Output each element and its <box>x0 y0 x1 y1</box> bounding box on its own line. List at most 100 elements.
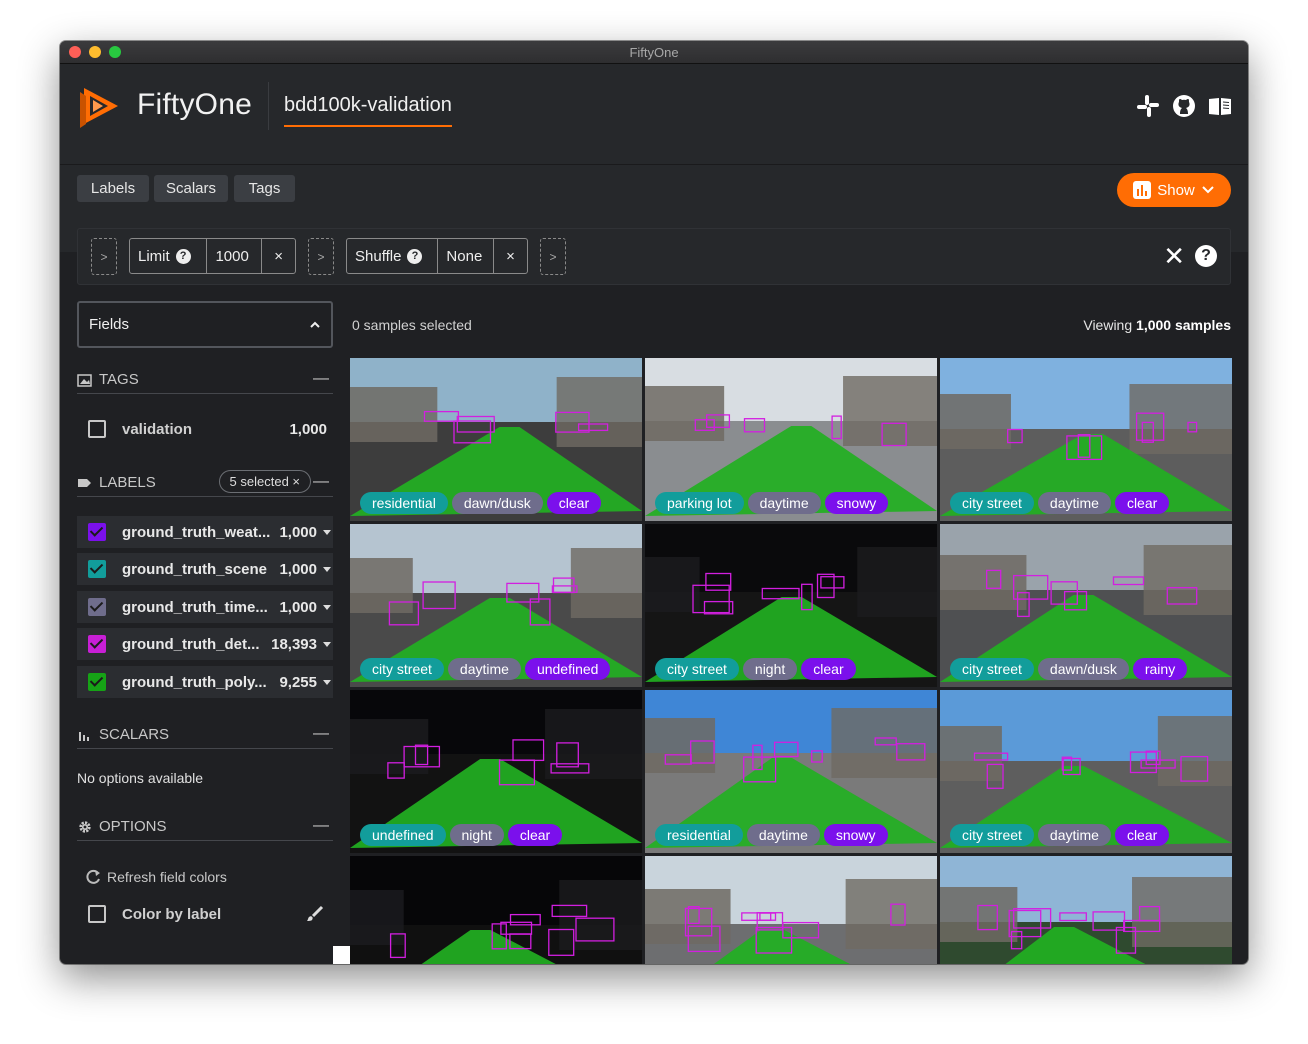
viewing-status: Viewing 1,000 samples <box>1083 317 1231 333</box>
sample-tile[interactable]: residential daytime snowy <box>645 690 937 853</box>
checkbox[interactable] <box>88 560 106 578</box>
label-count: 1,000 <box>279 523 317 541</box>
remove-limit-button[interactable]: × <box>262 239 295 273</box>
tag-count: 1,000 <box>289 420 327 438</box>
github-icon[interactable] <box>1172 94 1196 118</box>
time-chip: daytime <box>1037 824 1111 846</box>
tab-tags[interactable]: Tags <box>234 175 295 202</box>
label-row[interactable]: ground_truth_det... 18,393 <box>77 628 333 660</box>
show-button[interactable]: Show <box>1117 173 1231 207</box>
shuffle-stage[interactable]: Shuffle ? None × <box>346 238 528 274</box>
weather-chip: snowy <box>823 824 888 846</box>
expand-caret-icon[interactable] <box>323 679 331 685</box>
sample-tile[interactable]: city street dawn/dusk rainy <box>940 524 1232 687</box>
options-title: OPTIONS <box>99 818 167 835</box>
limit-stage[interactable]: Limit ? 1000 × <box>129 238 296 274</box>
sample-tile[interactable] <box>645 856 937 964</box>
checkbox[interactable] <box>88 523 106 541</box>
limit-value[interactable]: 1000 <box>207 239 263 273</box>
sample-tile[interactable]: undefined night clear <box>350 690 642 853</box>
add-stage-button[interactable]: > <box>308 238 334 275</box>
checkbox[interactable] <box>88 673 106 691</box>
time-chip: dawn/dusk <box>451 492 543 514</box>
label-row[interactable]: ground_truth_scene 1,000 <box>77 553 333 585</box>
refresh-field-colors-button[interactable]: Refresh field colors <box>77 861 333 893</box>
label-field-name: ground_truth_det... <box>122 635 260 653</box>
show-button-label: Show <box>1157 181 1195 199</box>
image-icon <box>77 373 92 387</box>
dataset-selector[interactable]: bdd100k-validation <box>284 94 452 127</box>
checkbox[interactable] <box>88 905 106 923</box>
sample-label-chips: city street daytime clear <box>950 824 1170 846</box>
sample-tile[interactable] <box>940 856 1232 964</box>
refresh-icon <box>86 869 100 884</box>
checkbox[interactable] <box>88 420 106 438</box>
refresh-label: Refresh field colors <box>107 869 227 885</box>
scene-chip: city street <box>950 492 1034 514</box>
title-bar: FiftyOne <box>60 41 1248 64</box>
weather-chip: clear <box>801 658 856 680</box>
fields-dropdown[interactable]: Fields <box>77 301 333 348</box>
sample-tile[interactable]: city street daytime clear <box>940 690 1232 853</box>
options-section-header[interactable]: OPTIONS — <box>77 813 333 841</box>
slack-icon[interactable] <box>1136 94 1160 118</box>
tab-scalars[interactable]: Scalars <box>154 175 228 202</box>
weather-chip: clear <box>1114 492 1170 514</box>
label-count: 18,393 <box>271 635 317 653</box>
label-row[interactable]: ground_truth_time... 1,000 <box>77 591 333 623</box>
time-chip: daytime <box>747 492 821 514</box>
tags-section-header[interactable]: TAGS — <box>77 366 333 394</box>
color-by-label-toggle[interactable]: Color by label <box>77 898 333 930</box>
paintbrush-icon[interactable] <box>305 904 325 924</box>
remove-shuffle-button[interactable]: × <box>494 239 527 273</box>
weather-chip: undefined <box>524 658 611 680</box>
scalars-title: SCALARS <box>99 726 170 743</box>
add-stage-button[interactable]: > <box>91 238 117 275</box>
collapse-tags-icon[interactable]: — <box>313 370 329 388</box>
fiftyone-logo-icon[interactable] <box>78 84 122 128</box>
shuffle-value-text: None <box>446 247 483 265</box>
sample-tile[interactable]: residential dawn/dusk clear <box>350 358 642 521</box>
sample-label-chips: city street daytime undefined <box>360 658 611 680</box>
selected-labels-pill[interactable]: 5 selected × <box>218 470 311 493</box>
labels-section-header[interactable]: LABELS 5 selected × — <box>77 469 333 497</box>
scene-chip: city street <box>950 824 1034 846</box>
help-icon[interactable]: ? <box>175 248 191 264</box>
scene-chip: city street <box>655 658 739 680</box>
add-stage-button[interactable]: > <box>540 238 566 275</box>
sample-label-chips: residential daytime snowy <box>655 824 888 846</box>
docs-book-icon[interactable] <box>1208 94 1232 118</box>
window-title: FiftyOne <box>629 45 679 60</box>
tag-row-validation[interactable]: validation 1,000 <box>77 413 333 445</box>
weather-chip: clear <box>507 824 563 846</box>
scene-chip: parking lot <box>655 492 744 514</box>
brand-name[interactable]: FiftyOne <box>137 88 252 122</box>
limit-value-text: 1000 <box>215 247 249 265</box>
sample-tile[interactable]: parking lot daytime snowy <box>645 358 937 521</box>
shuffle-value[interactable]: None <box>438 239 495 273</box>
collapse-labels-icon[interactable]: — <box>313 473 329 491</box>
checkbox[interactable] <box>88 598 106 616</box>
collapse-scalars-icon[interactable]: — <box>313 725 329 743</box>
clear-view-icon[interactable]: ✕ <box>1163 243 1185 269</box>
gear-icon <box>79 820 91 833</box>
sample-tile[interactable]: city street daytime undefined <box>350 524 642 687</box>
label-row[interactable]: ground_truth_poly... 9,255 <box>77 666 333 698</box>
sample-tile[interactable]: city street daytime clear <box>940 358 1232 521</box>
expand-caret-icon[interactable] <box>323 529 331 535</box>
help-icon[interactable]: ? <box>407 248 423 264</box>
checkbox[interactable] <box>88 635 106 653</box>
expand-caret-icon[interactable] <box>323 566 331 572</box>
time-chip: night <box>742 658 798 680</box>
shuffle-stage-name: Shuffle ? <box>347 239 439 273</box>
sample-tile[interactable]: city street night clear <box>645 524 937 687</box>
scalars-section-header[interactable]: SCALARS — <box>77 721 333 749</box>
label-row[interactable]: ground_truth_weat... 1,000 <box>77 516 333 548</box>
view-help-icon[interactable]: ? <box>1195 245 1217 267</box>
tab-labels[interactable]: Labels <box>77 175 149 202</box>
expand-caret-icon[interactable] <box>323 604 331 610</box>
sample-tile[interactable] <box>350 856 642 964</box>
collapse-options-icon[interactable]: — <box>313 817 329 835</box>
label-tag-icon <box>78 478 91 487</box>
expand-caret-icon[interactable] <box>323 641 331 647</box>
